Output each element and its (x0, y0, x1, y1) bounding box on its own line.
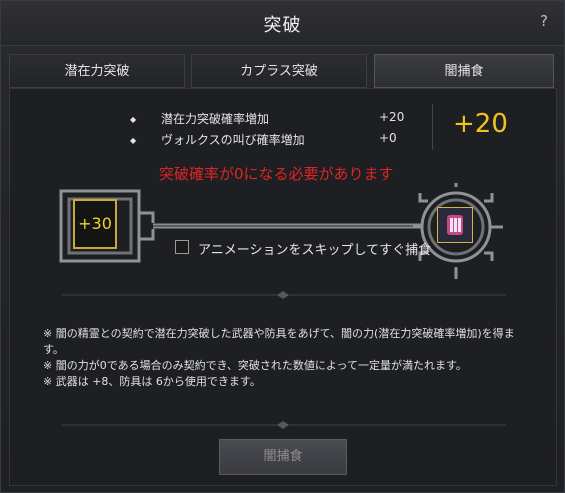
current-value-box: +30 (73, 199, 117, 249)
bonus-value-potential: +20 (379, 110, 405, 124)
bonus-name-volkus: ヴォルクスの叫び確率増加 (161, 133, 305, 147)
item-slot[interactable] (437, 207, 473, 243)
dark-devour-button[interactable]: 闇捕食 (219, 439, 347, 475)
bonus-value-volkus: +0 (379, 131, 397, 145)
help-button[interactable]: ? (540, 12, 548, 30)
section-divider (61, 421, 506, 429)
skip-animation-checkbox[interactable] (175, 240, 189, 254)
bullet-icon: ◆ (130, 115, 137, 124)
armor-item-icon (447, 215, 463, 235)
breakthrough-window: 突破 ? 潜在力突破 カプラス突破 闇捕食 ◆ 潜在力突破確率増加 +20 ◆ … (0, 0, 565, 493)
tab-bar: 潜在力突破 カプラス突破 闇捕食 (9, 54, 557, 88)
tab-dark-devour[interactable]: 闇捕食 (374, 54, 554, 88)
title-bar: 突破 ? (1, 1, 564, 46)
tab-caphras-breakthrough[interactable]: カプラス突破 (191, 54, 367, 88)
window-title: 突破 (263, 15, 302, 36)
bullet-icon: ◆ (130, 136, 137, 145)
note-line: ※ 闇の力が0である場合のみ契約でき、突破された数値によって一定量が満たれます。 (43, 359, 467, 372)
note-line: ※ 闇の精霊との契約で潜在力突破した武器や防具をあげて、闇の力(潜在力突破確率増… (43, 327, 515, 356)
note-line: ※ 武器は +8、防具は 6から使用できます。 (43, 375, 261, 388)
bonus-name-potential: 潜在力突破確率増加 (161, 112, 270, 126)
warning-message: 突破確率が0になる必要があります (159, 165, 394, 183)
section-divider (61, 291, 506, 299)
notes: ※ 闇の精霊との契約で潜在力突破した武器や防具をあげて、闇の力(潜在力突破確率増… (43, 326, 533, 390)
skip-animation-label: アニメーションをスキップしてすぐ捕食 (198, 243, 432, 258)
tab-potential-breakthrough[interactable]: 潜在力突破 (9, 54, 185, 88)
total-bonus: +20 (453, 109, 508, 139)
vertical-divider (432, 104, 433, 150)
